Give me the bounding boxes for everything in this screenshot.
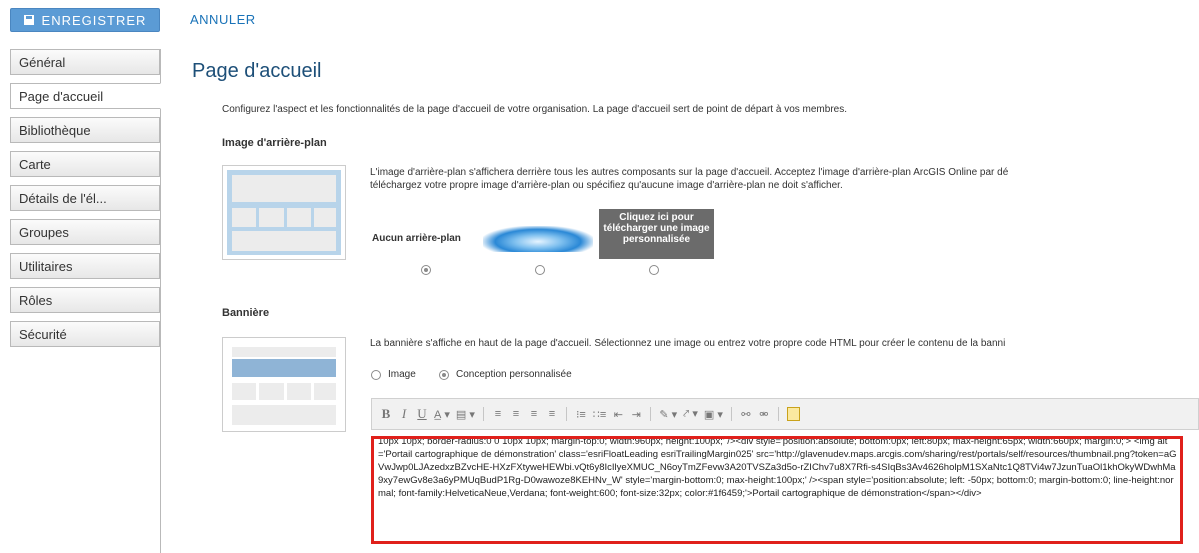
background-layout-icon <box>227 170 341 255</box>
highlight-color-icon[interactable]: ▤ ▾ <box>456 408 475 421</box>
page-intro: Configurez l'aspect et les fonctionnalit… <box>222 104 847 115</box>
radio-custom-background[interactable] <box>649 265 659 275</box>
radio-banner-image-label: Image <box>388 369 416 380</box>
default-background-image <box>483 226 593 252</box>
underline-icon[interactable]: U <box>416 406 428 422</box>
banner-layout-icon <box>227 342 341 427</box>
save-button[interactable]: ENREGISTRER <box>10 8 160 32</box>
cancel-link[interactable]: ANNULER <box>190 12 256 27</box>
view-source-icon[interactable] <box>786 407 800 421</box>
toolbar-separator <box>730 407 732 421</box>
align-left-icon[interactable]: ≡ <box>492 408 504 420</box>
banner-description: La bannière s'affiche en haut de la page… <box>370 338 1006 349</box>
indent-icon[interactable]: ⇥ <box>630 408 642 421</box>
sidebar-item-security[interactable]: Sécurité <box>10 321 160 347</box>
banner-section-title: Bannière <box>222 307 270 319</box>
banner-html-editor[interactable]: 10px 10px; border-radius:0 0 10px 10px; … <box>371 436 1183 544</box>
radio-banner-custom-label: Conception personnalisée <box>456 369 572 380</box>
sidebar-item-utilities[interactable]: Utilitaires <box>10 253 160 279</box>
sidebar-item-general[interactable]: Général <box>10 49 160 75</box>
html-editor-toolbar: B I U A̲ ▾ ▤ ▾ ≡ ≡ ≡ ≡ ⁝≡ ∷≡ ⇤ ⇥ ✎ ▾ ⤤ ▾… <box>371 398 1199 430</box>
background-layout-thumbnail <box>222 165 346 260</box>
radio-banner-image[interactable] <box>371 370 381 380</box>
radio-banner-custom[interactable] <box>439 370 449 380</box>
italic-icon[interactable]: I <box>398 406 410 422</box>
align-center-icon[interactable]: ≡ <box>510 408 522 420</box>
toolbar-separator <box>650 407 652 421</box>
banner-layout-thumbnail <box>222 337 346 432</box>
sidebar-item-groups[interactable]: Groupes <box>10 219 160 245</box>
unordered-list-icon[interactable]: ∷≡ <box>593 408 606 421</box>
sidebar-item-roles[interactable]: Rôles <box>10 287 160 313</box>
settings-sidebar: Général Page d'accueil Bibliothèque Cart… <box>10 49 161 355</box>
radio-no-background[interactable] <box>421 265 431 275</box>
background-description: L'image d'arrière-plan s'affichera derri… <box>370 167 1009 191</box>
ordered-list-icon[interactable]: ⁝≡ <box>575 408 587 421</box>
save-button-label: ENREGISTRER <box>41 12 147 28</box>
toolbar-separator <box>482 407 484 421</box>
bold-icon[interactable]: B <box>380 406 392 422</box>
toolbar-separator <box>565 407 567 421</box>
align-right-icon[interactable]: ≡ <box>528 408 540 420</box>
font-color-icon[interactable]: A̲ ▾ <box>434 408 450 421</box>
unlink-icon[interactable]: ⚮ <box>758 408 770 421</box>
no-background-option-label: Aucun arrière-plan <box>372 233 461 244</box>
sidebar-item-map[interactable]: Carte <box>10 151 160 177</box>
insert-link-icon[interactable]: ⤤ ▾ <box>683 407 698 421</box>
sidebar-item-gallery[interactable]: Bibliothèque <box>10 117 160 143</box>
sidebar-divider <box>160 49 161 553</box>
insert-image-icon[interactable]: ▣ ▾ <box>704 408 723 421</box>
radio-default-background[interactable] <box>535 265 545 275</box>
outdent-icon[interactable]: ⇤ <box>612 408 624 421</box>
sidebar-item-item-details[interactable]: Détails de l'él... <box>10 185 160 211</box>
banner-html-code: 10px 10px; border-radius:0 0 10px 10px; … <box>378 436 1177 499</box>
page-title: Page d'accueil <box>192 60 322 82</box>
background-section-title: Image d'arrière-plan <box>222 137 327 149</box>
toolbar-separator <box>777 407 779 421</box>
link-icon[interactable]: ⚯ <box>740 408 752 421</box>
save-icon <box>23 15 34 25</box>
pen-icon[interactable]: ✎ ▾ <box>659 408 677 421</box>
align-justify-icon[interactable]: ≡ <box>546 408 558 420</box>
sidebar-item-home-page[interactable]: Page d'accueil <box>10 83 161 109</box>
upload-custom-image-button[interactable]: Cliquez ici pour télécharger une image p… <box>599 209 714 259</box>
